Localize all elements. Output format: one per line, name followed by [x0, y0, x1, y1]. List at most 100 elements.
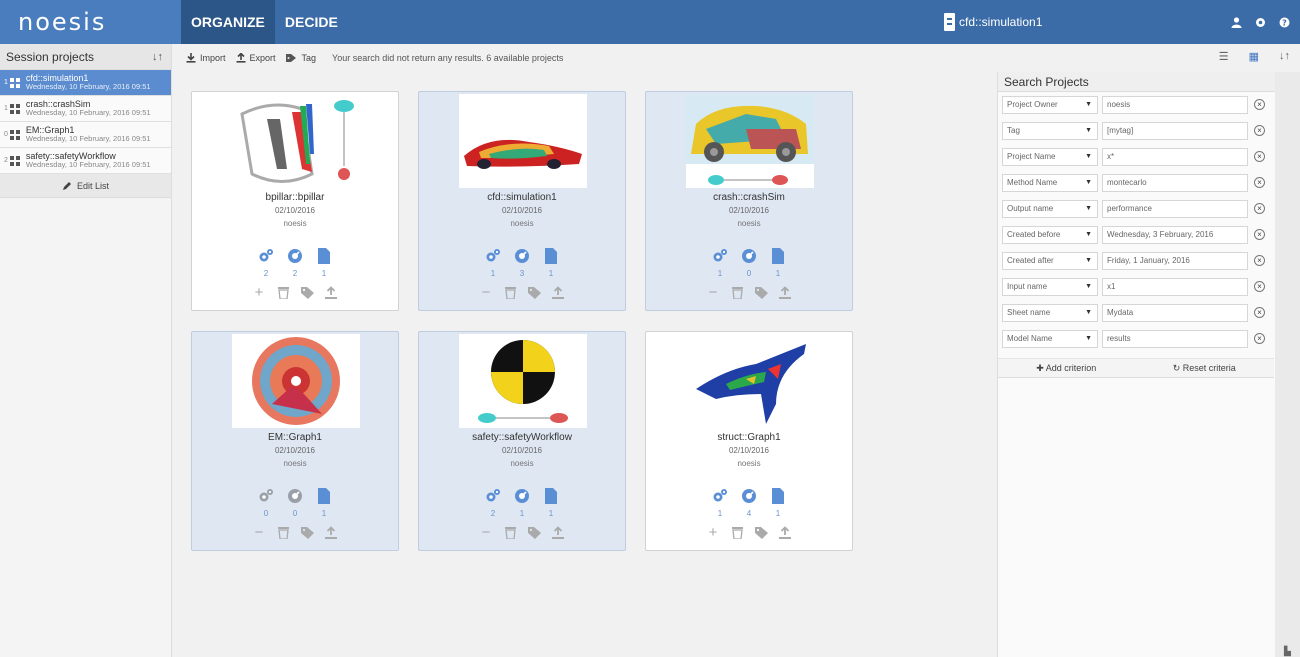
list-view-icon[interactable]: ☰ [1219, 50, 1229, 63]
documents-count: 1 [321, 509, 327, 518]
remove-icon[interactable]: − [253, 524, 266, 541]
criterion-row: Project Name ▼ x* × [1002, 148, 1274, 166]
upload-icon[interactable] [779, 285, 792, 300]
criterion-field-select[interactable]: Sheet name ▼ [1002, 304, 1098, 322]
criterion-row: Method Name ▼ montecarlo × [1002, 174, 1274, 192]
sidebar-item-em-graph1[interactable]: 0 EM::Graph1 Wednesday, 10 February, 201… [0, 122, 171, 148]
export-button[interactable]: Export [236, 53, 276, 63]
sidebar-item-safety-workflow[interactable]: 2 safety::safetyWorkflow Wednesday, 10 F… [0, 148, 171, 174]
import-button[interactable]: Import [186, 53, 226, 63]
criterion-row: Created after ▼ Friday, 1 January, 2016 × [1002, 252, 1274, 270]
tag-icon[interactable] [527, 525, 541, 540]
project-card-bpillar[interactable]: bpillar::bpillar 02/10/2016 noesis 2 2 1… [191, 91, 399, 311]
criterion-field-select[interactable]: Tag ▼ [1002, 122, 1098, 140]
tab-decide[interactable]: DECIDE [275, 0, 348, 44]
remove-criterion-icon[interactable]: × [1254, 229, 1265, 240]
sidebar-item-crash-crashsim[interactable]: 1 crash::crashSim Wednesday, 10 February… [0, 96, 171, 122]
trash-icon[interactable] [731, 285, 744, 300]
criterion-field-select[interactable]: Created after ▼ [1002, 252, 1098, 270]
remove-criterion-icon[interactable]: × [1254, 255, 1265, 266]
analyses-count: 1 [519, 509, 525, 518]
gears-icon [485, 488, 501, 504]
criterion-value-input[interactable]: x1 [1102, 278, 1248, 296]
trash-icon[interactable] [504, 525, 517, 540]
tag-icon[interactable] [300, 285, 314, 300]
add-icon[interactable]: + [707, 524, 720, 541]
upload-icon[interactable] [325, 525, 338, 540]
criterion-value-input[interactable]: Friday, 1 January, 2016 [1102, 252, 1248, 270]
criterion-field-select[interactable]: Model Name ▼ [1002, 330, 1098, 348]
project-card-crash-crashsim[interactable]: crash::crashSim 02/10/2016 noesis 1 0 1 … [645, 91, 853, 311]
trash-icon[interactable] [277, 285, 290, 300]
upload-icon[interactable] [552, 525, 565, 540]
session-title[interactable]: cfd::simulation1 [944, 12, 1042, 32]
criterion-field-select[interactable]: Method Name ▼ [1002, 174, 1098, 192]
trash-icon[interactable] [277, 525, 290, 540]
sidebar-item-cfd-simulation1[interactable]: 1 cfd::simulation1 Wednesday, 10 Februar… [0, 70, 171, 96]
documents-count: 1 [775, 509, 781, 518]
project-actions: + [646, 524, 852, 541]
project-stat-counts: 1 4 1 [646, 509, 852, 518]
criterion-field-select[interactable]: Project Name ▼ [1002, 148, 1098, 166]
right-scroll-strip[interactable] [1275, 72, 1300, 657]
project-card-safety-workflow[interactable]: safety::safetyWorkflow 02/10/2016 noesis… [418, 331, 626, 551]
criterion-value-input[interactable]: x* [1102, 148, 1248, 166]
top-icons: ? [1230, 0, 1290, 44]
trash-icon[interactable] [504, 285, 517, 300]
gear-icon[interactable] [1254, 17, 1266, 28]
tag-icon[interactable] [527, 285, 541, 300]
tab-organize[interactable]: ORGANIZE [181, 0, 275, 44]
project-stat-icons [419, 248, 625, 264]
sort-order-icon[interactable]: ↓↑ [1279, 50, 1290, 63]
upload-icon[interactable] [779, 525, 792, 540]
gears-icon [485, 248, 501, 264]
upload-icon[interactable] [325, 285, 338, 300]
remove-criterion-icon[interactable]: × [1254, 281, 1265, 292]
reset-criteria-button[interactable]: ↻ Reset criteria [1173, 363, 1236, 374]
remove-criterion-icon[interactable]: × [1254, 203, 1265, 214]
criterion-field-select[interactable]: Created before ▼ [1002, 226, 1098, 244]
edit-list-button[interactable]: Edit List [0, 174, 171, 198]
remove-criterion-icon[interactable]: × [1254, 307, 1265, 318]
remove-icon[interactable]: − [480, 524, 493, 541]
grid-view-icon[interactable]: ▦ [1249, 50, 1259, 63]
criterion-value-input[interactable]: performance [1102, 200, 1248, 218]
remove-criterion-icon[interactable]: × [1254, 99, 1265, 110]
remove-criterion-icon[interactable]: × [1254, 177, 1265, 188]
sort-icon[interactable]: ↓↑ [152, 51, 163, 63]
gauge-icon [287, 488, 303, 504]
upload-icon[interactable] [552, 285, 565, 300]
remove-criterion-icon[interactable]: × [1254, 151, 1265, 162]
document-corner-icon[interactable]: ▙ [1284, 646, 1291, 657]
criterion-value-input[interactable]: Mydata [1102, 304, 1248, 322]
trash-icon[interactable] [731, 525, 744, 540]
remove-criterion-icon[interactable]: × [1254, 333, 1265, 344]
remove-icon[interactable]: − [707, 284, 720, 301]
criterion-value-input[interactable]: montecarlo [1102, 174, 1248, 192]
criterion-value-input[interactable]: [mytag] [1102, 122, 1248, 140]
project-stat-counts: 2 1 1 [419, 509, 625, 518]
tag-icon[interactable] [754, 525, 768, 540]
search-result-message: Your search did not return any results. … [332, 53, 564, 63]
criterion-value-input[interactable]: Wednesday, 3 February, 2016 [1102, 226, 1248, 244]
add-icon[interactable]: + [253, 284, 266, 301]
tag-button[interactable]: Tag [285, 53, 316, 63]
criterion-value-input[interactable]: results [1102, 330, 1248, 348]
tag-icon[interactable] [300, 525, 314, 540]
add-criterion-button[interactable]: ✚ Add criterion [1036, 363, 1096, 374]
user-icon[interactable] [1230, 16, 1242, 28]
criterion-field: Tag [1007, 126, 1020, 135]
remove-criterion-icon[interactable]: × [1254, 125, 1265, 136]
criterion-field-select[interactable]: Output name ▼ [1002, 200, 1098, 218]
project-card-cfd-simulation1[interactable]: cfd::simulation1 02/10/2016 noesis 1 3 1… [418, 91, 626, 311]
project-card-struct-graph1[interactable]: struct::Graph1 02/10/2016 noesis 1 4 1 + [645, 331, 853, 551]
tag-icon[interactable] [754, 285, 768, 300]
project-date: 02/10/2016 [728, 206, 770, 215]
help-icon[interactable]: ? [1278, 17, 1290, 28]
criterion-field-select[interactable]: Project Owner ▼ [1002, 96, 1098, 114]
remove-icon[interactable]: − [480, 284, 493, 301]
criterion-field-select[interactable]: Input name ▼ [1002, 278, 1098, 296]
project-stat-icons [646, 488, 852, 504]
project-card-em-graph1[interactable]: EM::Graph1 02/10/2016 noesis 0 0 1 − [191, 331, 399, 551]
criterion-value-input[interactable]: noesis [1102, 96, 1248, 114]
